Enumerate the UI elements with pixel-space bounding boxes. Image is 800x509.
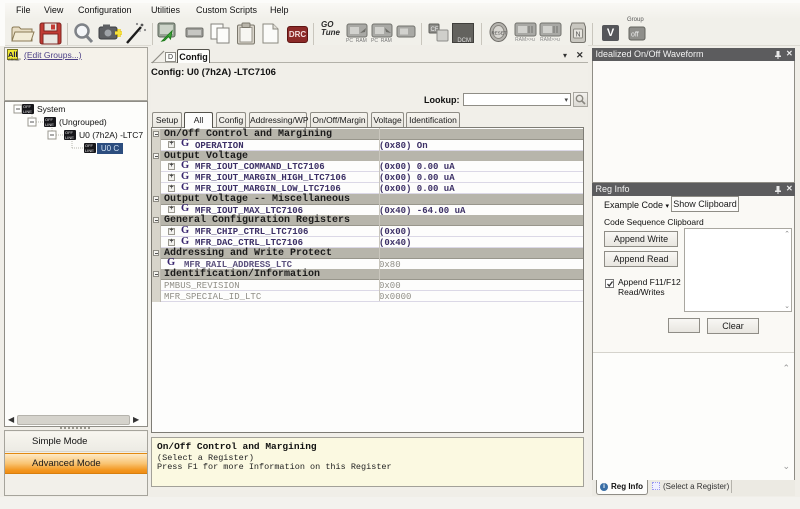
svg-text:RESET: RESET [492,31,507,36]
svg-text:off: off [631,32,639,39]
svg-text:N: N [576,32,581,39]
